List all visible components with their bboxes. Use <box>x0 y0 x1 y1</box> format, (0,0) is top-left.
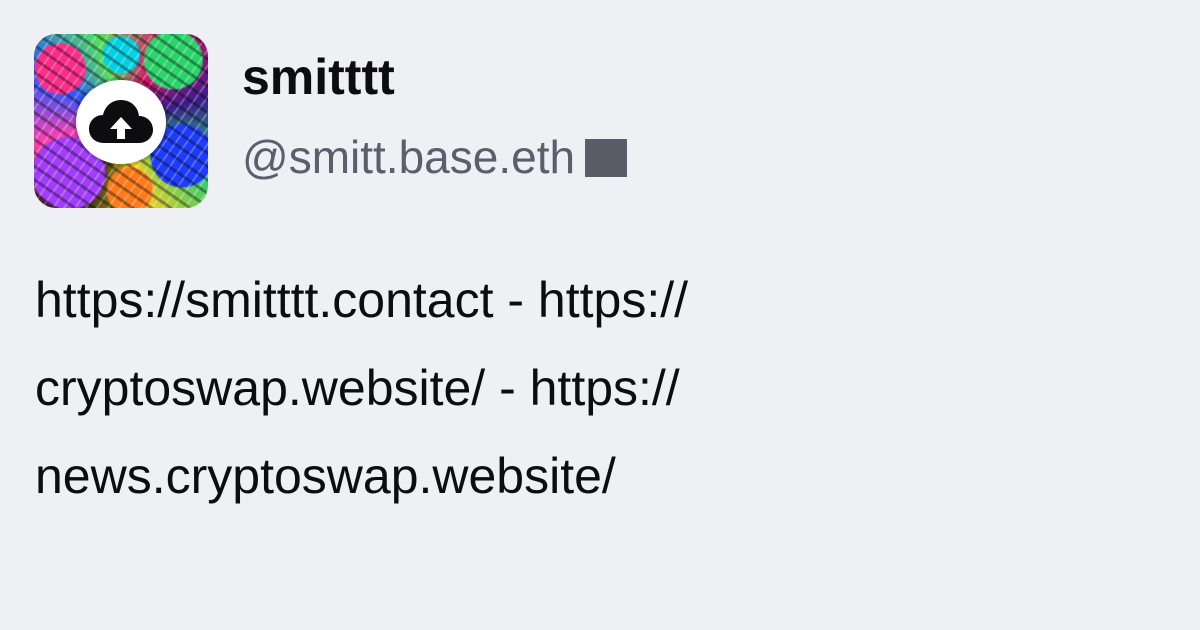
avatar-badge <box>76 80 166 164</box>
handle: @smitt.base.eth <box>242 131 576 183</box>
verified-square-icon <box>585 139 628 177</box>
profile-card: smitttt @smitt.base.eth https://smitttt.… <box>0 0 1200 630</box>
avatar[interactable] <box>34 34 208 208</box>
handle-row: @smitt.base.eth <box>242 131 628 183</box>
bio: https://smitttt.contact - https:// crypt… <box>35 256 1135 520</box>
bio-line[interactable]: https://smitttt.contact - https:// <box>35 256 1135 344</box>
bio-line[interactable]: cryptoswap.website/ - https:// <box>35 344 1135 432</box>
bio-line[interactable]: news.cryptoswap.website/ <box>35 432 1135 520</box>
display-name: smitttt <box>242 49 395 105</box>
cloud-upload-icon <box>89 100 153 143</box>
